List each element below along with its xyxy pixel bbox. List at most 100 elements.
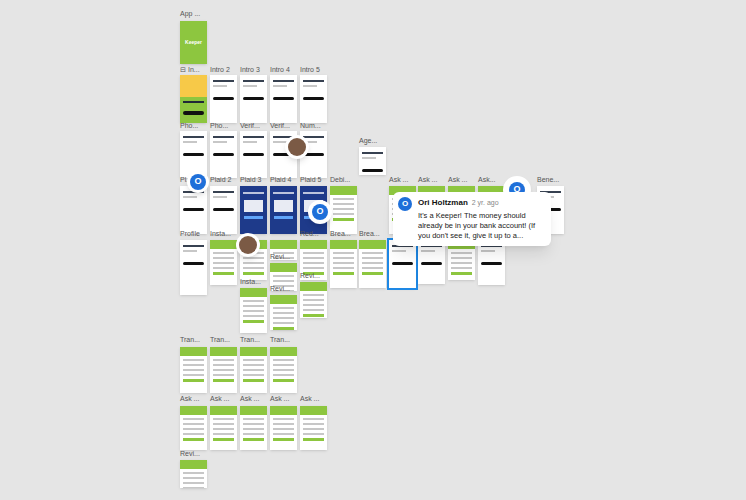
text-line	[213, 433, 234, 435]
frame[interactable]	[389, 240, 416, 288]
frame-label[interactable]: Ask ...	[210, 395, 229, 403]
text-line	[183, 364, 204, 366]
frame-label[interactable]: Insta...	[240, 278, 261, 286]
frame-label[interactable]: Tran...	[180, 336, 200, 344]
frame[interactable]	[210, 131, 237, 178]
frame[interactable]	[300, 406, 327, 450]
frame-label[interactable]: Intro 2	[210, 66, 230, 74]
text-line	[183, 141, 197, 143]
frame-label[interactable]: Verif...	[240, 122, 260, 130]
frame[interactable]	[270, 406, 297, 450]
text-line	[303, 423, 324, 425]
frame-label[interactable]: App ...	[180, 10, 200, 18]
frame[interactable]	[210, 75, 237, 123]
frame-label[interactable]: Ask ...	[418, 176, 437, 184]
text-line	[243, 300, 264, 302]
avatar-initial: O	[190, 174, 206, 190]
frame-label[interactable]: Num...	[300, 122, 321, 130]
frame-label[interactable]: ⊟ In...	[180, 66, 200, 74]
frame-label[interactable]: Ask ...	[270, 395, 289, 403]
comment-pin[interactable]: O	[187, 171, 209, 193]
frame[interactable]	[210, 240, 237, 285]
text-line	[243, 359, 264, 361]
frame[interactable]	[180, 347, 207, 393]
frame[interactable]	[180, 406, 207, 450]
frame[interactable]	[330, 240, 357, 288]
header-bar	[180, 347, 207, 356]
frame[interactable]	[180, 186, 207, 234]
frame-label[interactable]: Plaid 3	[240, 176, 261, 184]
frame-label[interactable]: Ask ...	[240, 395, 259, 403]
frame[interactable]	[270, 347, 297, 393]
frame[interactable]	[359, 240, 386, 288]
frame-label[interactable]: Revi...	[180, 450, 200, 458]
frame[interactable]	[240, 75, 267, 123]
frame-label[interactable]: Bene...	[537, 176, 559, 184]
text-line	[243, 305, 264, 307]
comment-pin[interactable]	[236, 233, 260, 257]
frame[interactable]	[240, 347, 267, 393]
frame-label[interactable]: Plaid 2	[210, 176, 231, 184]
comment-pin[interactable]	[285, 135, 309, 159]
frame[interactable]	[330, 186, 357, 234]
text-line	[481, 250, 495, 252]
frame-label[interactable]: Ask...	[478, 176, 496, 184]
frame[interactable]	[418, 240, 445, 284]
frame-label[interactable]: Debi...	[330, 176, 350, 184]
text-line	[213, 85, 227, 87]
frame[interactable]	[210, 186, 237, 234]
frame-label[interactable]: Intro 5	[300, 66, 320, 74]
frame[interactable]	[240, 186, 267, 234]
frame-label[interactable]: Plaid 5	[300, 176, 321, 184]
text-line	[213, 423, 234, 425]
frame[interactable]	[180, 460, 207, 488]
frame-label[interactable]: Pho...	[210, 122, 228, 130]
frame[interactable]	[448, 240, 475, 280]
comment-card[interactable]: OOri Holtzman2 yr. agoIt's a Keeper! The…	[393, 192, 551, 246]
frame[interactable]	[270, 295, 297, 330]
frame-label[interactable]: Insta...	[210, 230, 231, 238]
frame-label[interactable]: Red...	[300, 230, 319, 238]
frame[interactable]	[270, 186, 297, 234]
frame-label[interactable]: Revi...	[270, 285, 290, 293]
frame-label[interactable]: Tran...	[210, 336, 230, 344]
frame-label[interactable]: Tran...	[240, 336, 260, 344]
frame-label[interactable]: Pho...	[180, 122, 198, 130]
frame-label[interactable]: Plaid 4	[270, 176, 291, 184]
frame-label[interactable]: Verif...	[270, 122, 290, 130]
frame[interactable]	[359, 147, 386, 175]
frame[interactable]	[240, 131, 267, 178]
frame-label[interactable]: Ask ...	[389, 176, 408, 184]
frame[interactable]	[240, 406, 267, 450]
comment-pin[interactable]: O	[308, 200, 332, 224]
text-line	[362, 252, 383, 254]
text-line	[303, 428, 324, 430]
frame[interactable]	[270, 75, 297, 123]
frame[interactable]	[210, 347, 237, 393]
button-bar	[243, 379, 264, 382]
frame-label[interactable]: Profile	[180, 230, 200, 238]
design-canvas[interactable]: App ... Keeper ⊟ In... Intro 2 Intro 3 Intro …	[0, 0, 746, 500]
text-line	[213, 136, 234, 138]
frame[interactable]	[300, 75, 327, 123]
text-line	[183, 359, 204, 361]
frame-label[interactable]: Revi...	[270, 253, 290, 261]
frame[interactable]	[240, 288, 267, 333]
frame-label[interactable]: Revi...	[300, 272, 320, 280]
frame[interactable]	[300, 282, 327, 318]
frame-label[interactable]: Brea...	[359, 230, 380, 238]
frame[interactable]	[180, 240, 207, 295]
frame-label[interactable]: Brea...	[330, 230, 351, 238]
frame-label[interactable]: Ask ...	[300, 395, 319, 403]
frame-label[interactable]: Intro 3	[240, 66, 260, 74]
text-line	[183, 250, 197, 252]
frame[interactable]	[210, 406, 237, 450]
frame-label[interactable]: Age...	[359, 137, 377, 145]
frame[interactable]: Keeper	[180, 21, 207, 64]
frame-label[interactable]: Ask ...	[448, 176, 467, 184]
frame[interactable]	[180, 75, 207, 123]
frame[interactable]	[478, 240, 505, 285]
frame-label[interactable]: Intro 4	[270, 66, 290, 74]
frame-label[interactable]: Tran...	[270, 336, 290, 344]
frame-label[interactable]: Ask ...	[180, 395, 199, 403]
